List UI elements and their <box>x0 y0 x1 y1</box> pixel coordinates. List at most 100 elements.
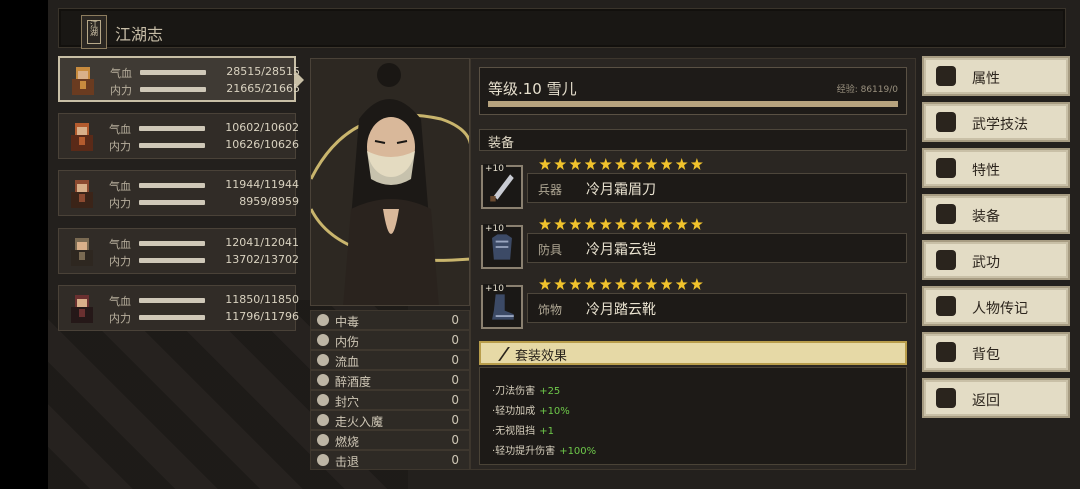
character-portrait-large <box>310 58 470 306</box>
set-effect-name: ·轻功加成 <box>492 406 536 417</box>
page-title: 江湖志 <box>115 25 164 44</box>
trait-icon <box>936 158 956 178</box>
star-icon <box>660 218 673 230</box>
mp-bar <box>139 315 205 320</box>
set-effect-line: ·轻功提升伤害 +100% <box>492 442 596 457</box>
status-name: 燃烧 <box>335 435 360 449</box>
equipment-section-title: 装备 <box>479 129 907 151</box>
equipment-item-icon[interactable]: +10 <box>481 284 523 329</box>
status-effect-row: 中毒 0 <box>310 310 470 330</box>
menu-label: 武功 <box>972 255 1000 271</box>
star-icon <box>690 218 703 230</box>
star-icon <box>539 218 551 230</box>
character-avatar <box>71 180 93 208</box>
star-icon <box>539 158 551 170</box>
set-effect-name: ·无视阻挡 <box>492 426 536 437</box>
status-name: 流血 <box>335 355 360 369</box>
status-value: 0 <box>451 353 459 367</box>
star-icon <box>675 278 688 290</box>
star-icon <box>614 218 627 230</box>
menu-button[interactable]: 武学技法 <box>922 102 1070 142</box>
star-icon <box>660 158 673 170</box>
menu-button[interactable]: 特性 <box>922 148 1070 188</box>
set-effect-name: ·轻功提升伤害 <box>492 446 556 457</box>
star-icon <box>645 278 658 290</box>
equipment-row[interactable]: 饰物 冷月踏云靴 <box>527 293 907 323</box>
enhance-level: +10 <box>483 164 506 174</box>
status-value: 0 <box>451 333 459 347</box>
hp-value: 12041/12041 <box>225 236 299 249</box>
status-name: 击退 <box>335 455 360 469</box>
menu-button[interactable]: 装备 <box>922 194 1070 234</box>
status-effect-row: 流血 0 <box>310 350 470 370</box>
hp-label: 气血 <box>109 238 131 251</box>
star-icon <box>554 218 567 230</box>
character-card[interactable]: 气血 28515/28515 内力 21665/21665 <box>58 56 304 102</box>
equipment-slot[interactable]: +10 防具 冷月霜云铠 <box>479 217 907 273</box>
hp-value: 10602/10602 <box>225 121 299 134</box>
status-value: 0 <box>451 373 459 387</box>
boot-icon <box>317 454 329 466</box>
equipment-slot[interactable]: +10 饰物 冷月踏云靴 <box>479 277 907 333</box>
equipment-slot[interactable]: +10 兵器 冷月霜眉刀 <box>479 157 907 213</box>
menu-label: 特性 <box>972 163 1000 179</box>
mp-bar <box>139 258 205 263</box>
star-icon <box>584 158 597 170</box>
set-effect-bonus: +1 <box>539 426 554 437</box>
equipment-item-icon[interactable]: +10 <box>481 224 523 269</box>
star-icon <box>539 278 551 290</box>
star-icon <box>675 158 688 170</box>
demon-icon <box>317 414 329 426</box>
menu-button[interactable]: 返回 <box>922 378 1070 418</box>
menu-label: 属性 <box>972 71 1000 87</box>
status-name: 走火入魔 <box>335 415 384 429</box>
status-value: 0 <box>451 453 459 467</box>
set-effect-bonus: +100% <box>559 446 597 457</box>
character-card[interactable]: 气血 11944/11944 内力 8959/8959 <box>58 170 299 216</box>
star-icon <box>569 218 582 230</box>
menu-button[interactable]: 背包 <box>922 332 1070 372</box>
star-icon <box>675 218 688 230</box>
hp-bar <box>139 183 205 188</box>
door-icon <box>936 388 956 408</box>
menu-button[interactable]: 人物传记 <box>922 286 1070 326</box>
menu-button[interactable]: 属性 <box>922 56 1070 96</box>
status-name: 醉酒度 <box>335 375 372 389</box>
status-effect-row: 内伤 0 <box>310 330 470 350</box>
level-box: 等级.10 雪儿 经验: 86119/0 <box>479 67 907 115</box>
selected-arrow-icon <box>296 72 304 88</box>
character-card[interactable]: 气血 11850/11850 内力 11796/11796 <box>58 285 299 331</box>
star-icon <box>599 158 612 170</box>
set-effect-name: ·刀法伤害 <box>492 386 536 397</box>
mp-label: 内力 <box>109 197 131 210</box>
equipment-row[interactable]: 防具 冷月霜云铠 <box>527 233 907 263</box>
status-name: 内伤 <box>335 335 360 349</box>
hp-value: 11850/11850 <box>225 293 299 306</box>
enhance-level: +10 <box>483 224 506 234</box>
star-icon <box>569 158 582 170</box>
star-icon <box>645 218 658 230</box>
star-icon <box>599 218 612 230</box>
equipment-row[interactable]: 兵器 冷月霜眉刀 <box>527 173 907 203</box>
character-avatar <box>72 67 94 95</box>
star-icon <box>630 278 643 290</box>
character-avatar <box>71 123 93 151</box>
status-name: 封穴 <box>335 395 360 409</box>
character-card[interactable]: 气血 12041/12041 内力 13702/13702 <box>58 228 299 274</box>
mp-value: 10626/10626 <box>225 138 299 151</box>
manual-icon <box>936 250 956 270</box>
equipment-icon <box>936 204 956 224</box>
set-effect-line: ·无视阻挡 +1 <box>492 422 554 437</box>
mp-value: 21665/21665 <box>226 82 300 95</box>
character-card[interactable]: 气血 10602/10602 内力 10626/10626 <box>58 113 299 159</box>
needle-icon <box>317 394 329 406</box>
set-effect-line: ·刀法伤害 +25 <box>492 382 560 397</box>
status-value: 0 <box>451 413 459 427</box>
menu-label: 武学技法 <box>972 117 1028 133</box>
star-icon <box>690 158 703 170</box>
set-effect-line: ·轻功加成 +10% <box>492 402 570 417</box>
equipment-item-icon[interactable]: +10 <box>481 164 523 209</box>
level-name: 等级.10 雪儿 <box>488 80 577 98</box>
set-effect-bar[interactable]: 套装效果 <box>479 341 907 365</box>
menu-button[interactable]: 武功 <box>922 240 1070 280</box>
